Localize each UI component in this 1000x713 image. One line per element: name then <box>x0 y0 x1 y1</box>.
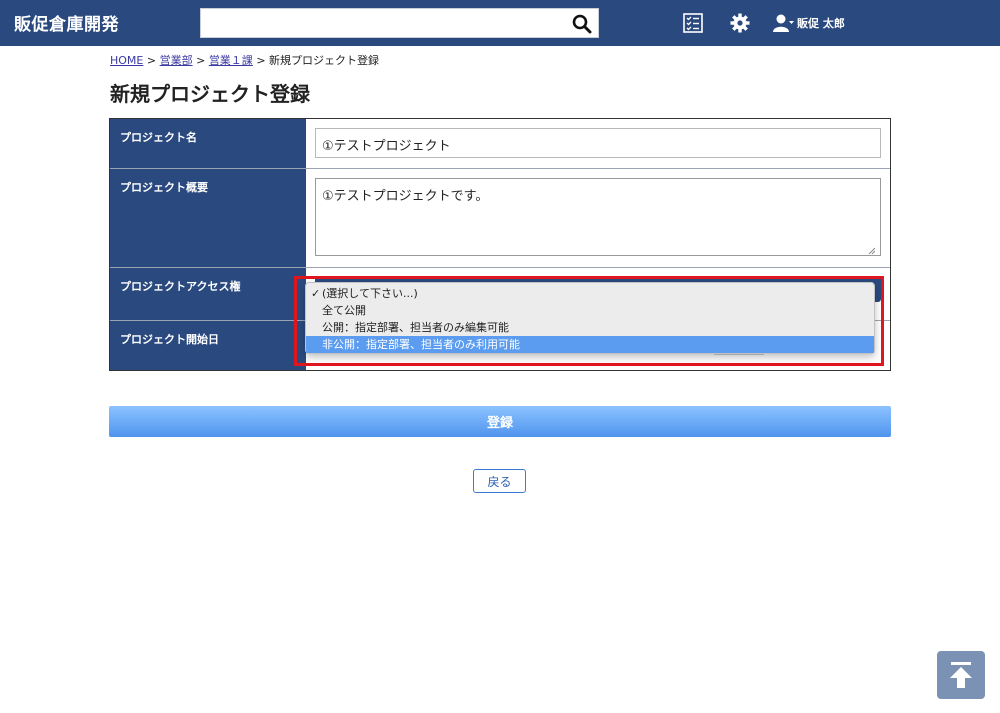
user-menu[interactable]: 販促 太郎 <box>773 12 845 34</box>
back-button[interactable]: 戻る <box>473 469 526 493</box>
row-project-name: プロジェクト名 ①テストプロジェクト <box>110 119 890 169</box>
register-button[interactable]: 登録 <box>109 406 891 437</box>
gear-icon[interactable] <box>729 12 751 34</box>
user-name: 販促 太郎 <box>797 17 845 30</box>
resize-grip-icon[interactable] <box>868 247 876 255</box>
highlight-frame <box>294 276 884 366</box>
breadcrumb-sales-section[interactable]: 営業１課 <box>209 54 253 67</box>
project-name-input[interactable]: ①テストプロジェクト <box>315 128 881 158</box>
breadcrumb-home[interactable]: HOME <box>110 54 143 67</box>
breadcrumb-separator: > <box>256 54 266 67</box>
row-project-summary: プロジェクト概要 ①テストプロジェクトです。 <box>110 169 890 268</box>
user-icon <box>773 14 794 32</box>
search-input[interactable] <box>205 11 565 35</box>
scroll-to-top-button[interactable] <box>937 651 985 699</box>
arrow-up-to-top-icon <box>950 662 972 688</box>
breadcrumb-separator: > <box>196 54 206 67</box>
project-name-label: プロジェクト名 <box>110 119 306 168</box>
page-title: 新規プロジェクト登録 <box>110 82 310 106</box>
project-summary-cell: ①テストプロジェクトです。 <box>306 169 890 267</box>
breadcrumb-separator: > <box>146 54 157 67</box>
access-label: プロジェクトアクセス権 <box>110 268 306 320</box>
top-header: 販促倉庫開発 販促 太郎 <box>0 0 1000 46</box>
app-title[interactable]: 販促倉庫開発 <box>14 10 119 35</box>
checklist-icon[interactable] <box>682 12 704 34</box>
project-summary-textarea[interactable]: ①テストプロジェクトです。 <box>315 178 881 256</box>
project-summary-label: プロジェクト概要 <box>110 169 306 267</box>
breadcrumb: HOME > 営業部 > 営業１課 > 新規プロジェクト登録 <box>110 52 379 68</box>
start-date-label: プロジェクト開始日 <box>110 321 306 370</box>
search-box[interactable] <box>200 8 599 38</box>
breadcrumb-sales-dept[interactable]: 営業部 <box>160 54 193 67</box>
search-icon[interactable] <box>572 14 592 34</box>
project-name-cell: ①テストプロジェクト <box>306 119 890 168</box>
breadcrumb-current: 新規プロジェクト登録 <box>269 54 380 67</box>
